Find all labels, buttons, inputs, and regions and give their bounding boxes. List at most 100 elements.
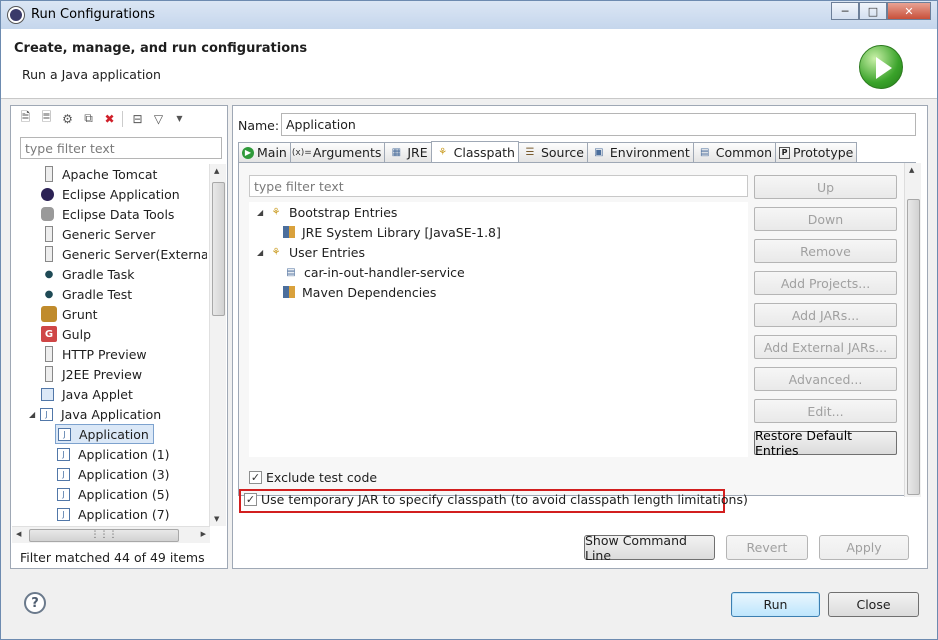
config-filter-input[interactable]: type filter text [20, 137, 222, 159]
close-window-button[interactable]: ✕ [887, 2, 931, 20]
configuration-editor-pane: Name: Application ▶ Main (x)= Arguments ▦ J… [232, 105, 928, 569]
tree-item-j2ee-preview[interactable]: J2EE Preview [41, 364, 142, 384]
window-title: Run Configurations [31, 7, 155, 22]
tab-prototype[interactable]: P Prototype [775, 142, 858, 162]
expanded-arrow-icon[interactable]: ◢ [257, 248, 266, 257]
help-icon[interactable]: ? [24, 592, 46, 614]
tab-common[interactable]: ▤ Common [692, 142, 777, 162]
exclude-test-code-checkbox[interactable]: ✓ [249, 471, 262, 484]
new-prototype-icon[interactable]: 🗏 [38, 110, 55, 127]
scroll-left-icon[interactable]: ◀ [16, 530, 21, 538]
exclude-test-code-option[interactable]: ✓ Exclude test code [249, 470, 377, 485]
scroll-thumb[interactable] [212, 182, 225, 316]
show-command-line-button[interactable]: Show Command Line [584, 533, 715, 563]
tree-item-gulp[interactable]: G Gulp [41, 324, 91, 344]
gulp-icon: G [41, 326, 57, 342]
run-button[interactable]: Run [731, 592, 820, 617]
classpath-entry-project[interactable]: ▤ car-in-out-handler-service [283, 262, 464, 282]
minimize-button[interactable]: ─ [831, 2, 859, 20]
config-tree-vertical-scrollbar[interactable]: ▲ ▼ [209, 164, 226, 526]
tree-item-generic-server[interactable]: Generic Server [41, 224, 155, 244]
classpath-entry-maven[interactable]: Maven Dependencies [283, 282, 436, 302]
add-projects-button[interactable]: Add Projects... [754, 271, 897, 295]
maximize-button[interactable]: □ [859, 2, 887, 20]
tree-item-grunt[interactable]: Grunt [41, 304, 98, 324]
tab-source[interactable]: ☰ Source [517, 142, 588, 162]
eclipse-icon [8, 7, 24, 23]
tree-item-application-3[interactable]: J Application (3) [57, 464, 170, 484]
apply-button[interactable]: Apply [819, 535, 909, 560]
config-tree: Apache Tomcat Eclipse Application Eclips… [11, 164, 207, 526]
tree-item-generic-server-external[interactable]: Generic Server(External L [41, 244, 207, 264]
scroll-thumb[interactable]: ⋮⋮⋮ [29, 529, 179, 542]
tree-item-java-application[interactable]: ◢ J Java Application [29, 404, 161, 424]
view-menu-icon[interactable]: ▼ [171, 110, 188, 127]
tab-jre[interactable]: ▦ JRE [384, 142, 432, 162]
delete-icon[interactable]: ✖ [101, 110, 118, 127]
classpath-entry-bootstrap[interactable]: ◢ ⚘ Bootstrap Entries [257, 202, 397, 222]
tree-item-application-7[interactable]: J Application (7) [57, 504, 170, 524]
tree-item-application-1[interactable]: J Application (1) [57, 444, 170, 464]
up-button[interactable]: Up [754, 175, 897, 199]
scroll-up-icon[interactable]: ▲ [909, 166, 914, 174]
config-tree-horizontal-scrollbar[interactable]: ◀ ⋮⋮⋮ ▶ [12, 526, 210, 543]
config-tabs: ▶ Main (x)= Arguments ▦ JRE ⚘ Classpath ☰ Sou… [238, 141, 858, 162]
eclipse-icon [41, 187, 54, 201]
dialog-subtitle: Run a Java application [22, 67, 161, 82]
tree-item-eclipse-data-tools[interactable]: Eclipse Data Tools [41, 204, 174, 224]
temp-jar-option[interactable]: ✓ Use temporary JAR to specify classpath… [244, 492, 748, 507]
tab-classpath[interactable]: ⚘ Classpath [430, 141, 519, 162]
dialog-header: Create, manage, and run configurations R… [1, 29, 937, 99]
java-config-icon: J [58, 427, 71, 441]
scroll-right-icon[interactable]: ▶ [201, 530, 206, 538]
tree-item-gradle-test[interactable]: ● Gradle Test [41, 284, 133, 304]
library-icon [283, 226, 295, 238]
tab-environment[interactable]: ▣ Environment [586, 142, 694, 162]
new-config-icon[interactable]: 🗎 [17, 110, 34, 127]
down-button[interactable]: Down [754, 207, 897, 231]
tree-item-application-selected[interactable]: J Application [55, 424, 154, 444]
tree-item-http-preview[interactable]: HTTP Preview [41, 344, 147, 364]
duplicate-icon[interactable]: ⧉ [80, 110, 97, 127]
expanded-arrow-icon[interactable]: ◢ [257, 208, 266, 217]
tree-item-apache-tomcat[interactable]: Apache Tomcat [41, 164, 157, 184]
name-field[interactable]: Application [281, 113, 916, 136]
run-configurations-window: Run Configurations ─ □ ✕ Create, manage,… [0, 0, 938, 640]
main-tab-icon: ▶ [242, 146, 254, 159]
revert-button[interactable]: Revert [726, 535, 808, 560]
temp-jar-checkbox[interactable]: ✓ [244, 493, 257, 506]
classpath-tree: ◢ ⚘ Bootstrap Entries JRE System Library [… [249, 202, 748, 457]
collapse-all-icon[interactable]: ⊟ [129, 110, 146, 127]
advanced-button[interactable]: Advanced... [754, 367, 897, 391]
classpath-panel-scrollbar[interactable]: ▲ [904, 163, 921, 497]
scroll-down-icon[interactable]: ▼ [214, 515, 219, 523]
tree-item-java-applet[interactable]: Java Applet [41, 384, 133, 404]
scroll-up-icon[interactable]: ▲ [214, 167, 219, 175]
restore-default-entries-button[interactable]: Restore Default Entries [754, 428, 897, 458]
tab-main[interactable]: ▶ Main [238, 142, 291, 162]
remove-button[interactable]: Remove [754, 239, 897, 263]
project-icon: ▤ [286, 266, 296, 278]
tree-item-eclipse-application[interactable]: Eclipse Application [41, 184, 180, 204]
java-config-icon: J [57, 447, 70, 461]
tab-arguments[interactable]: (x)= Arguments [289, 142, 386, 162]
classpath-entry-user[interactable]: ◢ ⚘ User Entries [257, 242, 365, 262]
scroll-thumb[interactable] [907, 199, 920, 495]
filter-status: Filter matched 44 of 49 items [20, 550, 205, 565]
java-config-icon: J [57, 467, 70, 481]
classpath-filter-input[interactable]: type filter text [249, 175, 748, 197]
title-bar: Run Configurations ─ □ ✕ [1, 1, 937, 29]
classpath-entry-jre-library[interactable]: JRE System Library [JavaSE-1.8] [283, 222, 501, 242]
filter-icon[interactable]: ▽ [150, 110, 167, 127]
expanded-arrow-icon[interactable]: ◢ [29, 410, 38, 419]
arguments-icon: (x)= [291, 147, 312, 158]
tree-item-gradle-task[interactable]: ● Gradle Task [41, 264, 135, 284]
tree-item-application-5[interactable]: J Application (5) [57, 484, 170, 504]
edit-button[interactable]: Edit... [754, 399, 897, 423]
add-external-jars-button[interactable]: Add External JARs... [754, 335, 897, 359]
add-jars-button[interactable]: Add JARs... [754, 303, 897, 327]
close-button[interactable]: Close [828, 592, 919, 617]
export-icon[interactable]: ⚙ [59, 110, 76, 127]
separator [122, 110, 125, 127]
jre-icon: ▦ [391, 147, 402, 158]
